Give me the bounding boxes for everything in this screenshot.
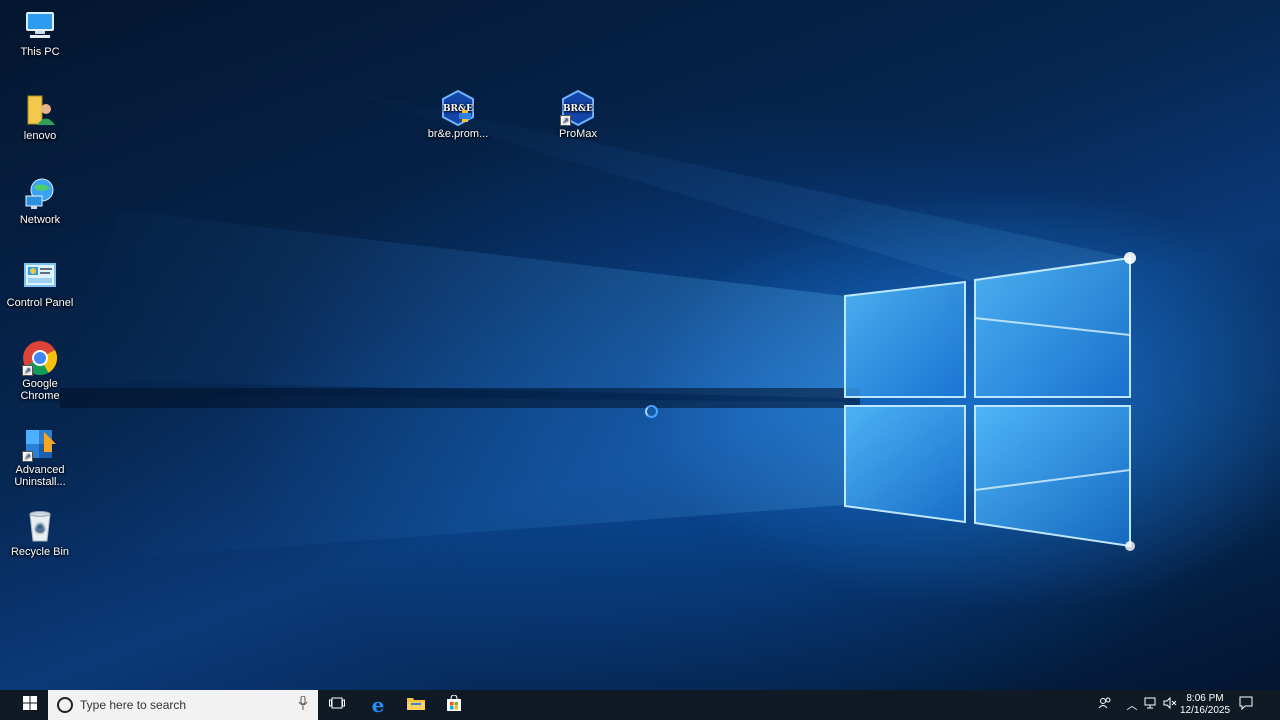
start-button[interactable] xyxy=(12,690,48,720)
taskbar: Type here to search e ︿ 8:06 PM 12/16/20… xyxy=(0,690,1280,720)
desktop-icon-recycle-bin[interactable]: ♻ Recycle Bin xyxy=(2,508,78,558)
windows-wallpaper xyxy=(60,80,1136,560)
bre-promax-icon: BR&E ↗ xyxy=(560,89,596,127)
clock-date: 12/16/2025 xyxy=(1179,705,1231,716)
people-icon xyxy=(1098,696,1112,715)
file-explorer-taskbar-button[interactable] xyxy=(401,690,431,720)
search-placeholder: Type here to search xyxy=(80,698,187,712)
windows-logo-icon xyxy=(23,695,37,715)
desktop-icon-user-folder[interactable]: lenovo xyxy=(2,92,78,142)
shortcut-arrow-icon: ↗ xyxy=(22,451,33,462)
clock-time: 8:06 PM xyxy=(1186,693,1224,704)
bre-installer-icon: BR&E xyxy=(440,89,476,127)
edge-taskbar-button[interactable]: e xyxy=(363,690,393,720)
cortana-icon xyxy=(57,697,73,713)
clock[interactable]: 8:06 PM 12/16/2025 xyxy=(1180,690,1230,720)
network-icon xyxy=(22,176,58,212)
desktop-icon-advanced-uninstaller[interactable]: ↗ Advanced Uninstall... xyxy=(2,426,78,488)
task-view-icon xyxy=(329,696,345,714)
desktop-icon-bre-installer[interactable]: BR&E br&e.prom... xyxy=(420,89,496,140)
people-button[interactable] xyxy=(1094,690,1116,720)
notification-icon xyxy=(1239,696,1253,715)
chrome-icon: ↗ xyxy=(22,340,58,376)
task-view-button[interactable] xyxy=(323,690,351,720)
taskbar-search-box[interactable]: Type here to search xyxy=(48,690,318,720)
computer-icon xyxy=(22,8,58,44)
show-hidden-icons-button[interactable]: ︿ xyxy=(1124,690,1140,720)
control-panel-icon xyxy=(22,259,58,295)
uninstaller-icon: ↗ xyxy=(22,426,58,462)
chevron-up-icon: ︿ xyxy=(1126,700,1138,712)
user-folder-icon xyxy=(22,92,58,128)
desktop[interactable]: This PC lenovo Network Control Panel ↗ G… xyxy=(0,0,1280,690)
desktop-icon-bre-promax[interactable]: BR&E ↗ ProMax xyxy=(540,89,616,140)
file-explorer-icon xyxy=(407,696,425,715)
store-icon xyxy=(446,693,462,716)
busy-cursor-icon xyxy=(645,405,658,418)
desktop-icon-network[interactable]: Network xyxy=(2,176,78,226)
desktop-icon-chrome[interactable]: ↗ Google Chrome xyxy=(2,340,78,402)
volume-muted-icon xyxy=(1163,696,1177,714)
bre-badge-text: BR&E xyxy=(443,104,473,114)
action-center-button[interactable] xyxy=(1234,690,1258,720)
network-status-button[interactable] xyxy=(1142,690,1160,720)
store-taskbar-button[interactable] xyxy=(439,690,469,720)
volume-button[interactable] xyxy=(1161,690,1179,720)
microphone-icon[interactable] xyxy=(298,695,308,715)
edge-icon: e xyxy=(371,693,385,717)
ethernet-icon xyxy=(1144,696,1158,714)
desktop-icon-control-panel[interactable]: Control Panel xyxy=(2,259,78,309)
bre-badge-text: BR&E xyxy=(563,104,593,114)
svg-text:♻: ♻ xyxy=(35,522,45,535)
shortcut-arrow-icon: ↗ xyxy=(22,365,33,376)
desktop-icon-this-pc[interactable]: This PC xyxy=(2,8,78,58)
shortcut-arrow-icon: ↗ xyxy=(560,115,571,126)
recycle-bin-icon: ♻ xyxy=(22,508,58,544)
